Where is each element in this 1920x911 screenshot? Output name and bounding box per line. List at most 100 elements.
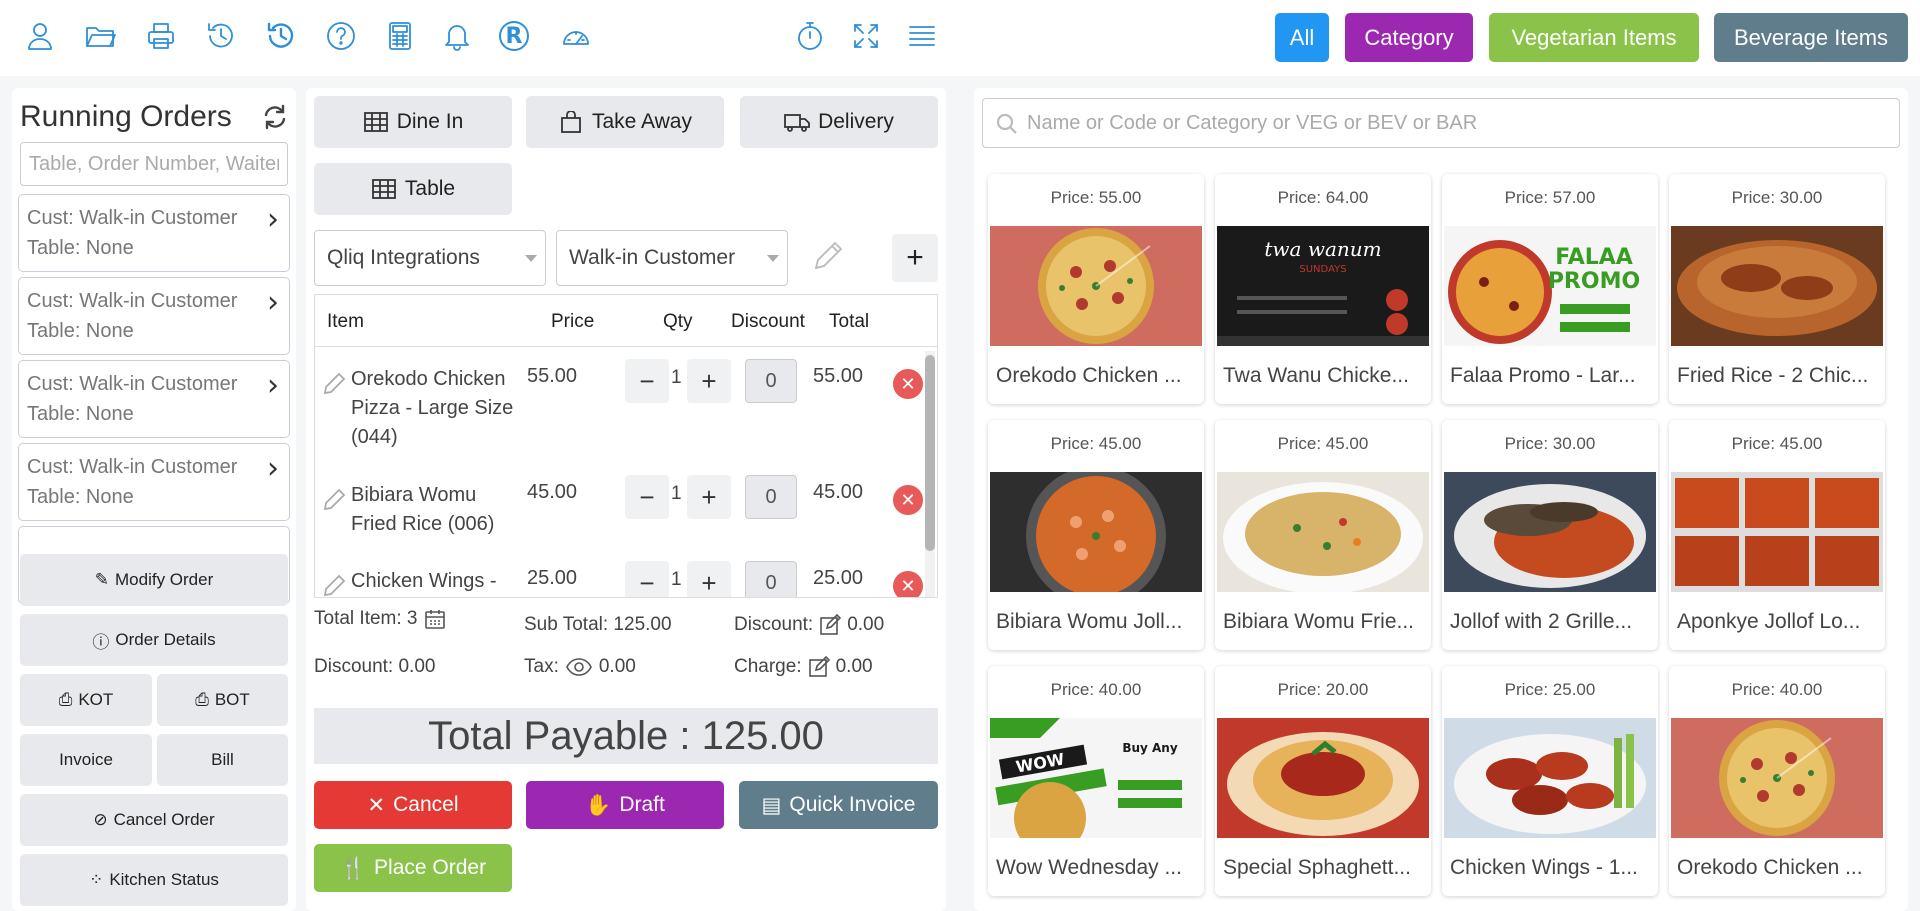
utensils-icon: 🍴 [339, 855, 367, 880]
hand-icon: ✋ [585, 792, 612, 817]
product-price: Price: 55.00 [1050, 188, 1142, 207]
user-icon[interactable] [20, 16, 60, 56]
customer-select[interactable]: Walk-in Customer [556, 230, 788, 286]
history-icon[interactable] [201, 16, 241, 56]
item-discount-input[interactable]: 0 [745, 359, 797, 403]
qty-minus-button[interactable]: − [625, 561, 669, 597]
header-qty: Qty [663, 311, 693, 332]
cart-scrollbar-thumb[interactable] [925, 355, 935, 551]
edit-customer-icon[interactable] [810, 238, 852, 280]
draft-button[interactable]: ✋ Draft [526, 781, 724, 829]
running-orders-title: Running Orders [20, 100, 232, 133]
product-card[interactable]: Price: 25.00 Chicken Wings - 1... [1442, 666, 1658, 896]
kitchen-status-button[interactable]: ⁘ Kitchen Status [20, 854, 288, 906]
product-image [1671, 226, 1883, 346]
filter-all-button[interactable]: All [1275, 13, 1329, 62]
remove-item-icon[interactable]: ✕ [893, 369, 923, 399]
eye-icon[interactable] [565, 656, 593, 678]
qty-minus-button[interactable]: − [625, 475, 669, 519]
item-name: Bibiara Womu Fried Rice (006) [351, 484, 495, 535]
cart-row: Orekodo Chicken Pizza - Large Size (044)… [315, 355, 923, 465]
item-discount-input[interactable]: 0 [745, 561, 797, 597]
bot-button[interactable]: ⎙ BOT [157, 674, 288, 726]
top-toolbar: R All Category Vegetarian Items Beverage… [0, 0, 1920, 76]
quick-invoice-button[interactable]: ▤ Quick Invoice [739, 781, 938, 829]
product-price: Price: 57.00 [1504, 188, 1596, 207]
bill-button[interactable]: Bill [157, 734, 288, 786]
product-card[interactable]: Price: 45.00 Aponkye Jollof Lo... [1669, 420, 1885, 650]
modify-order-button[interactable]: ✎ Modify Order [20, 554, 288, 606]
edit-item-icon[interactable] [321, 573, 347, 597]
product-card[interactable]: Price: 55.00 Orekodo Chicken ... [988, 174, 1204, 404]
fullscreen-icon[interactable] [846, 16, 886, 56]
sub-total: Sub Total: 125.00 [524, 614, 672, 635]
delivery-button[interactable]: Delivery [740, 96, 938, 148]
product-search-input[interactable] [1027, 105, 1887, 141]
help-icon[interactable] [321, 16, 361, 56]
product-image [1444, 472, 1656, 592]
product-card[interactable]: Price: 20.00 Special Sphaghett... [1215, 666, 1431, 896]
folder-icon[interactable] [80, 16, 120, 56]
product-price: Price: 25.00 [1504, 680, 1596, 699]
running-order-card[interactable]: Cust: Walk-in Customer Table: None › [18, 194, 290, 272]
item-discount-input[interactable]: 0 [745, 475, 797, 519]
qty-plus-button[interactable]: + [687, 359, 731, 403]
product-card[interactable]: Price: 30.00 Fried Rice - 2 Chic... [1669, 174, 1885, 404]
item-name: Chicken Wings - [351, 570, 497, 592]
edit-item-icon[interactable] [321, 487, 347, 513]
item-total: 25.00 [813, 567, 864, 589]
take-away-button[interactable]: Take Away [526, 96, 724, 148]
refresh-icon[interactable] [262, 104, 288, 130]
cancel-order-button[interactable]: ⊘ Cancel Order [20, 794, 288, 846]
product-image: WOW Buy Any [990, 718, 1202, 838]
calculator-icon[interactable] [380, 16, 420, 56]
total-payable: Total Payable : 125.00 [314, 708, 938, 764]
remove-item-icon[interactable]: ✕ [893, 571, 923, 597]
filter-beverage-button[interactable]: Beverage Items [1714, 13, 1908, 62]
kot-button[interactable]: ⎙ KOT [20, 674, 152, 726]
product-card[interactable]: Price: 40.00 Orekodo Chicken ... [1669, 666, 1885, 896]
running-order-card[interactable]: Cust: Walk-in Customer Table: None › [18, 360, 290, 438]
dashboard-icon[interactable] [556, 16, 596, 56]
qty-plus-button[interactable]: + [687, 561, 731, 597]
product-card[interactable]: Price: 45.00 Bibiara Womu Joll... [988, 420, 1204, 650]
table-button[interactable]: Table [314, 163, 512, 215]
product-price: Price: 64.00 [1277, 188, 1369, 207]
qty-minus-button[interactable]: − [625, 359, 669, 403]
product-card[interactable]: Price: 45.00 Bibiara Womu Frie... [1215, 420, 1431, 650]
add-customer-button[interactable]: + [892, 234, 938, 282]
running-order-card[interactable]: Cust: Walk-in Customer Table: None › [18, 277, 290, 355]
order-details-button[interactable]: ⓘ Order Details [20, 614, 288, 666]
printer-icon[interactable] [141, 16, 181, 56]
product-card[interactable]: Price: 30.00 Jollof with 2 Grille... [1442, 420, 1658, 650]
qty-plus-button[interactable]: + [687, 475, 731, 519]
dine-in-button[interactable]: Dine In [314, 96, 512, 148]
edit-discount-icon[interactable] [819, 614, 842, 636]
product-card[interactable]: Price: 57.00 FALAA PROMO Falaa Promo - Lar.… [1442, 174, 1658, 404]
running-orders-search-input[interactable] [20, 142, 288, 186]
running-order-card[interactable]: Cust: Walk-in Customer Table: None › [18, 443, 290, 521]
product-card[interactable]: Price: 64.00 twa wanum SUNDAYS Twa Wanu Chi… [1215, 174, 1431, 404]
product-image [1217, 718, 1429, 838]
registered-icon[interactable]: R [494, 16, 534, 56]
place-order-button[interactable]: 🍴 Place Order [314, 844, 512, 892]
edit-item-icon[interactable] [321, 371, 347, 397]
filter-category-button[interactable]: Category [1345, 13, 1473, 62]
product-price: Price: 20.00 [1277, 680, 1369, 699]
filter-vegetarian-button[interactable]: Vegetarian Items [1489, 13, 1699, 62]
invoice-button[interactable]: Invoice [20, 734, 152, 786]
cancel-button[interactable]: ✕ Cancel [314, 781, 512, 829]
product-search[interactable] [982, 98, 1900, 148]
history-alt-icon[interactable] [261, 16, 301, 56]
waiter-select[interactable]: Qliq Integrations [314, 230, 546, 286]
product-name: Fried Rice - 2 Chic... [1677, 364, 1869, 387]
product-card[interactable]: Price: 40.00 WOW Buy Any Wow Wednesday ... [988, 666, 1204, 896]
bell-icon[interactable] [437, 16, 477, 56]
table-icon [363, 112, 388, 132]
menu-icon[interactable] [902, 16, 942, 56]
order-table: Table: None [27, 403, 134, 425]
remove-item-icon[interactable]: ✕ [893, 485, 923, 515]
timer-icon[interactable] [790, 16, 830, 56]
calendar-icon[interactable] [424, 608, 446, 630]
edit-charge-icon[interactable] [808, 656, 830, 678]
